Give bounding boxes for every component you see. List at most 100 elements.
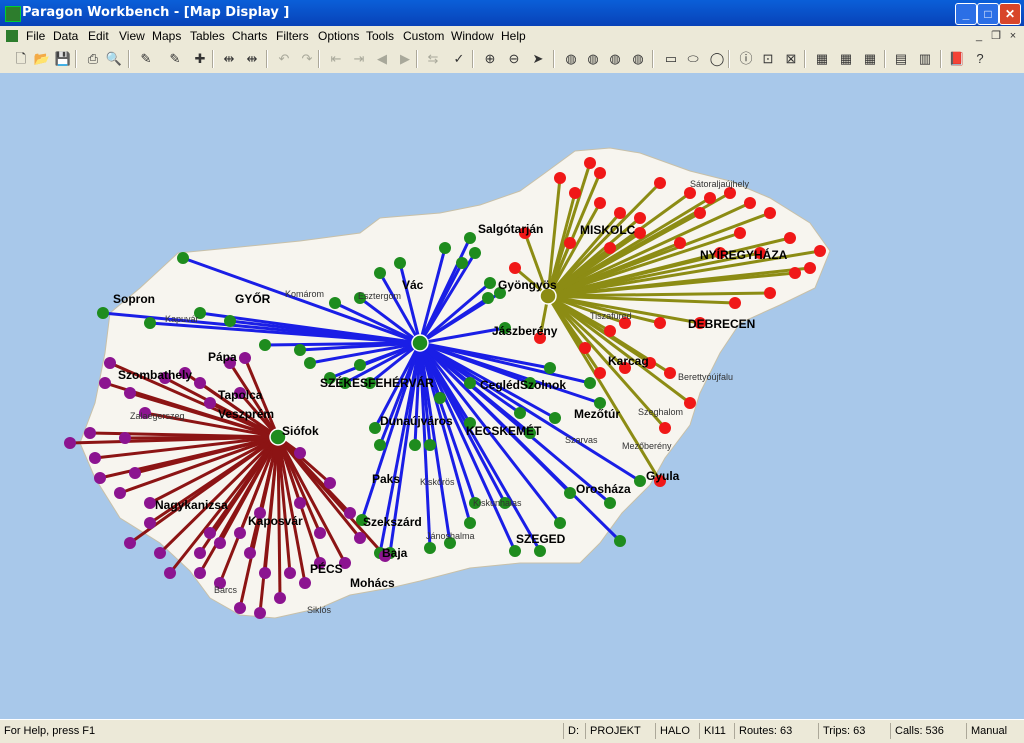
green-stop[interactable] (464, 377, 476, 389)
arrow-left-icon[interactable]: ◀ (373, 50, 391, 68)
red-stop[interactable] (659, 422, 671, 434)
arrow-right-icon[interactable]: ▶ (396, 50, 414, 68)
green-stop[interactable] (304, 357, 316, 369)
green-stop[interactable] (424, 542, 436, 554)
purple-stop[interactable] (89, 452, 101, 464)
green-stop[interactable] (509, 545, 521, 557)
green-stop[interactable] (482, 292, 494, 304)
green-stop[interactable] (554, 517, 566, 529)
green-stop[interactable] (409, 439, 421, 451)
red-stop[interactable] (654, 317, 666, 329)
purple-stop[interactable] (274, 592, 286, 604)
green-stop[interactable] (634, 475, 646, 487)
cross-icon[interactable]: ⊠ (782, 50, 800, 68)
red-stop[interactable] (664, 367, 676, 379)
new-icon[interactable]: 🗋 (12, 50, 30, 68)
green-stop[interactable] (514, 407, 526, 419)
table-3-icon[interactable]: ▦ (861, 50, 879, 68)
table-icon[interactable]: ▦ (813, 50, 831, 68)
green-stop[interactable] (144, 317, 156, 329)
edit-route-icon[interactable]: ✎ (137, 50, 155, 68)
green-stop[interactable] (434, 392, 446, 404)
book-icon[interactable]: 📕 (948, 50, 966, 68)
purple-stop[interactable] (124, 537, 136, 549)
target-icon[interactable]: ⊡ (759, 50, 777, 68)
red-stop[interactable] (814, 245, 826, 257)
red-stop[interactable] (614, 207, 626, 219)
purple-stop[interactable] (204, 397, 216, 409)
green-stop[interactable] (584, 377, 596, 389)
red-stop[interactable] (764, 287, 776, 299)
minimize-button[interactable]: _ (955, 3, 977, 25)
green-stop[interactable] (456, 257, 468, 269)
purple-stop[interactable] (204, 527, 216, 539)
green-stop[interactable] (424, 439, 436, 451)
green-stop[interactable] (469, 247, 481, 259)
maximize-button[interactable]: □ (977, 3, 999, 25)
green-stop[interactable] (484, 277, 496, 289)
green-stop[interactable] (564, 487, 576, 499)
add-stop-icon[interactable]: ✚ (191, 50, 209, 68)
red-stop[interactable] (594, 367, 606, 379)
purple-stop[interactable] (84, 427, 96, 439)
select-circle-icon[interactable]: ◯ (708, 50, 726, 68)
purple-stop[interactable] (114, 487, 126, 499)
green-stop[interactable] (534, 545, 546, 557)
document-icon[interactable] (6, 30, 18, 42)
red-stop[interactable] (764, 207, 776, 219)
red-stop[interactable] (684, 397, 696, 409)
purple-stop[interactable] (124, 387, 136, 399)
green-stop[interactable] (224, 315, 236, 327)
purple-stop[interactable] (284, 567, 296, 579)
red-stop[interactable] (804, 262, 816, 274)
red-stop[interactable] (564, 237, 576, 249)
purple-stop[interactable] (294, 447, 306, 459)
menu-window[interactable]: Window (451, 29, 494, 43)
validate-icon[interactable]: ✓ (450, 50, 468, 68)
split-icon[interactable]: ⇹ (220, 50, 238, 68)
menu-view[interactable]: View (119, 29, 145, 43)
green-stop[interactable] (294, 344, 306, 356)
print-icon[interactable]: ⎙ (84, 50, 102, 68)
purple-stop[interactable] (154, 547, 166, 559)
green-stop[interactable] (329, 297, 341, 309)
green-stop[interactable] (394, 257, 406, 269)
red-stop[interactable] (584, 157, 596, 169)
globe-4-icon[interactable]: ◍ (629, 50, 647, 68)
green-stop[interactable] (259, 339, 271, 351)
purple-stop[interactable] (99, 377, 111, 389)
red-stop[interactable] (634, 227, 646, 239)
menu-charts[interactable]: Charts (232, 29, 267, 43)
red-stop[interactable] (744, 197, 756, 209)
purple-stop[interactable] (254, 607, 266, 619)
purple-stop[interactable] (119, 432, 131, 444)
green-stop[interactable] (614, 535, 626, 547)
red-stop[interactable] (729, 297, 741, 309)
globe-icon[interactable]: ◍ (562, 50, 580, 68)
menu-tables[interactable]: Tables (190, 29, 225, 43)
purple-stop[interactable] (104, 357, 116, 369)
globe-3-icon[interactable]: ◍ (606, 50, 624, 68)
red-stop[interactable] (594, 167, 606, 179)
red-stop[interactable] (734, 227, 746, 239)
purple-stop[interactable] (164, 567, 176, 579)
green-stop[interactable] (374, 439, 386, 451)
red-stop[interactable] (634, 212, 646, 224)
maroon-route[interactable] (124, 435, 279, 440)
purple-stop[interactable] (259, 567, 271, 579)
red-stop[interactable] (509, 262, 521, 274)
menu-custom[interactable]: Custom (403, 29, 444, 43)
purple-stop[interactable] (324, 477, 336, 489)
purple-stop[interactable] (314, 527, 326, 539)
menu-options[interactable]: Options (318, 29, 359, 43)
red-stop[interactable] (654, 177, 666, 189)
redo-icon[interactable]: ↷ (298, 50, 316, 68)
purple-stop[interactable] (234, 602, 246, 614)
move-left-icon[interactable]: ⇤ (327, 50, 345, 68)
table-2-icon[interactable]: ▦ (837, 50, 855, 68)
mdi-minimize-button[interactable]: _ (972, 29, 986, 43)
purple-stop[interactable] (144, 517, 156, 529)
app-icon[interactable] (5, 6, 21, 22)
open-icon[interactable]: 📂 (33, 50, 51, 68)
purple-stop[interactable] (64, 437, 76, 449)
